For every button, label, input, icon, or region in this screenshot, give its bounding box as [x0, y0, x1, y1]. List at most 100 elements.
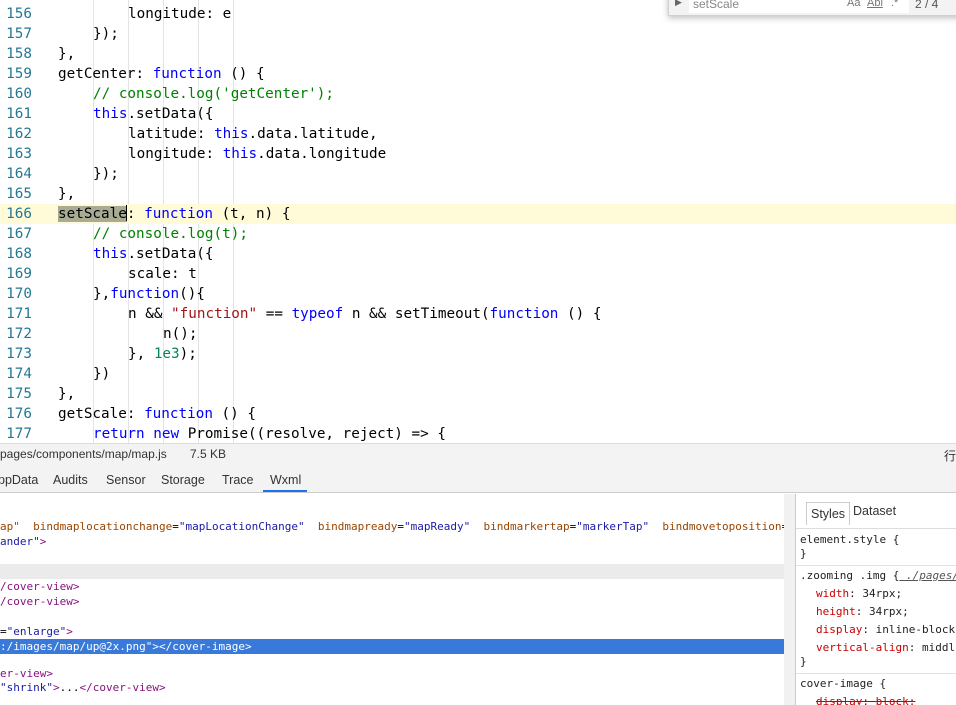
styles-tab-bar: Styles Dataset [796, 494, 956, 529]
code-text[interactable]: }) [93, 364, 110, 384]
tab-storage[interactable]: Storage [161, 473, 205, 487]
line-number: 157 [6, 26, 32, 42]
tree-token: = [172, 520, 179, 533]
regex-toggle[interactable]: .* [891, 0, 898, 9]
tab-trace[interactable]: Trace [222, 473, 254, 487]
code-text[interactable]: }, [58, 44, 75, 64]
tab-wxml[interactable]: Wxml [270, 473, 301, 487]
code-line[interactable]: 157}); [0, 24, 956, 44]
code-line[interactable]: 162 latitude: this.data.latitude, [0, 124, 956, 144]
tree-token: ></cover-image> [152, 640, 252, 653]
css-selector[interactable]: cover-image { [800, 675, 886, 693]
code-token: function [144, 206, 213, 222]
code-line[interactable]: 177 return new Promise((resolve, reject) … [0, 424, 956, 443]
css-declaration[interactable]: width: 34rpx; [816, 585, 902, 603]
line-number: 167 [6, 226, 32, 242]
wxml-tree[interactable]: ap" bindmaplocationchange="mapLocationCh… [0, 494, 795, 705]
chevron-right-icon[interactable]: ▶ [675, 0, 682, 8]
code-text[interactable]: // console.log('getCenter'); [93, 84, 334, 104]
tree-token [470, 520, 483, 533]
code-line[interactable]: 175}, [0, 384, 956, 404]
code-line[interactable]: 171 n && "function" == typeof n && setTim… [0, 304, 956, 324]
code-text[interactable]: longitude: e [128, 4, 231, 24]
css-declaration[interactable]: height: 34rpx; [816, 603, 909, 621]
search-match-highlight: setScale [58, 206, 127, 222]
code-line[interactable]: 174}) [0, 364, 956, 384]
tree-node[interactable]: ="enlarge"> [0, 624, 784, 639]
line-number: 170 [6, 286, 32, 302]
match-case-toggle[interactable]: Aa [847, 0, 860, 9]
cursor-position[interactable]: 行 [944, 447, 956, 464]
code-text[interactable]: },function(){ [93, 284, 205, 304]
css-selector[interactable]: .zooming .img { ./pages/ [800, 567, 956, 585]
code-text[interactable]: getCenter: function () { [58, 64, 265, 84]
line-number: 168 [6, 246, 32, 262]
code-line[interactable]: 166 setScale: function (t, n) { [0, 204, 956, 224]
tree-node[interactable] [0, 564, 784, 579]
css-declaration[interactable]: vertical-align: middl [816, 639, 955, 657]
code-token: "function" [171, 306, 258, 322]
code-text[interactable]: }); [93, 24, 119, 44]
code-text[interactable]: this.setData({ [93, 244, 214, 264]
css-declaration[interactable]: display: block; [816, 693, 915, 705]
code-token: longitude: [128, 146, 223, 162]
tree-token: bindmovetoposition [662, 520, 782, 533]
code-text[interactable]: n(); [163, 324, 197, 344]
code-line[interactable]: 160 // console.log('getCenter'); [0, 84, 956, 104]
code-line[interactable]: 167 // console.log(t); [0, 224, 956, 244]
tab-styles[interactable]: Styles [806, 502, 851, 525]
line-number: 177 [6, 426, 32, 442]
tab-appdata[interactable]: ppData [0, 473, 38, 487]
tree-node[interactable]: /cover-view> [0, 594, 784, 609]
tree-node[interactable]: er-view> [0, 666, 784, 681]
code-text[interactable]: longitude: this.data.longitude [128, 144, 386, 164]
tab-dataset[interactable]: Dataset [853, 504, 896, 518]
tree-token: > [52, 681, 60, 694]
tree-node[interactable]: "shrink">...</cover-view> [0, 680, 784, 695]
code-editor[interactable]: 156 longitude: e 157}); 158}, 159 getCenter: … [0, 0, 956, 443]
find-widget[interactable]: ▶ Aa Abl .* 2 / 4 [668, 0, 956, 16]
source-link[interactable]: ./pages/ [899, 569, 956, 582]
code-text[interactable]: latitude: this.data.latitude, [128, 124, 378, 144]
css-selector[interactable]: element.style { [800, 531, 899, 549]
code-text[interactable]: // console.log(t); [93, 224, 248, 244]
code-line[interactable]: 172 n(); [0, 324, 956, 344]
line-number: 176 [6, 406, 32, 422]
tab-sensor[interactable]: Sensor [106, 473, 146, 487]
code-line[interactable]: 165}, [0, 184, 956, 204]
line-number: 162 [6, 126, 32, 142]
tab-audits[interactable]: Audits [53, 473, 88, 487]
code-text[interactable]: }, 1e3); [128, 344, 197, 364]
code-text[interactable]: }); [93, 164, 119, 184]
code-line[interactable]: 163 longitude: this.data.longitude [0, 144, 956, 164]
tree-node[interactable]: ap" bindmaplocationchange="mapLocationCh… [0, 519, 795, 534]
code-text[interactable]: getScale: function () { [58, 404, 256, 424]
code-line[interactable]: 173}, 1e3); [0, 344, 956, 364]
styles-panel: Styles Dataset element.style {} .zooming … [795, 494, 956, 705]
tree-node[interactable] [0, 549, 784, 564]
css-declaration[interactable]: display: inline-block [816, 621, 955, 639]
tree-node[interactable]: /cover-view> [0, 579, 784, 594]
code-line[interactable]: 170 },function(){ [0, 284, 956, 304]
code-line[interactable]: 168 this.setData({ [0, 244, 956, 264]
code-text[interactable]: return new Promise((resolve, reject) => … [93, 424, 446, 443]
code-token: (t, n) { [212, 206, 291, 222]
code-token: .setData({ [127, 106, 214, 122]
tree-scrollbar[interactable] [784, 494, 795, 705]
code-text[interactable]: }, [58, 184, 75, 204]
code-line[interactable]: 159 getCenter: function () { [0, 64, 956, 84]
tree-node-selected[interactable]: :/images/map/up@2x.png"></cover-image> [0, 639, 784, 654]
code-line[interactable]: 158}, [0, 44, 956, 64]
tree-node[interactable]: ander"> [0, 534, 784, 549]
code-text[interactable]: this.setData({ [93, 104, 214, 124]
whole-word-toggle[interactable]: Abl [867, 0, 883, 9]
code-token: 1e3 [153, 346, 180, 362]
code-text[interactable]: n && "function" == typeof n && setTimeou… [128, 304, 601, 324]
code-text[interactable]: scale: t [128, 264, 197, 284]
code-line[interactable]: 164}); [0, 164, 956, 184]
code-line[interactable]: 161 this.setData({ [0, 104, 956, 124]
code-text[interactable]: setScale: function (t, n) { [58, 204, 290, 224]
code-line[interactable]: 169 scale: t [0, 264, 956, 284]
code-line[interactable]: 176 getScale: function () { [0, 404, 956, 424]
code-text[interactable]: }, [58, 384, 75, 404]
